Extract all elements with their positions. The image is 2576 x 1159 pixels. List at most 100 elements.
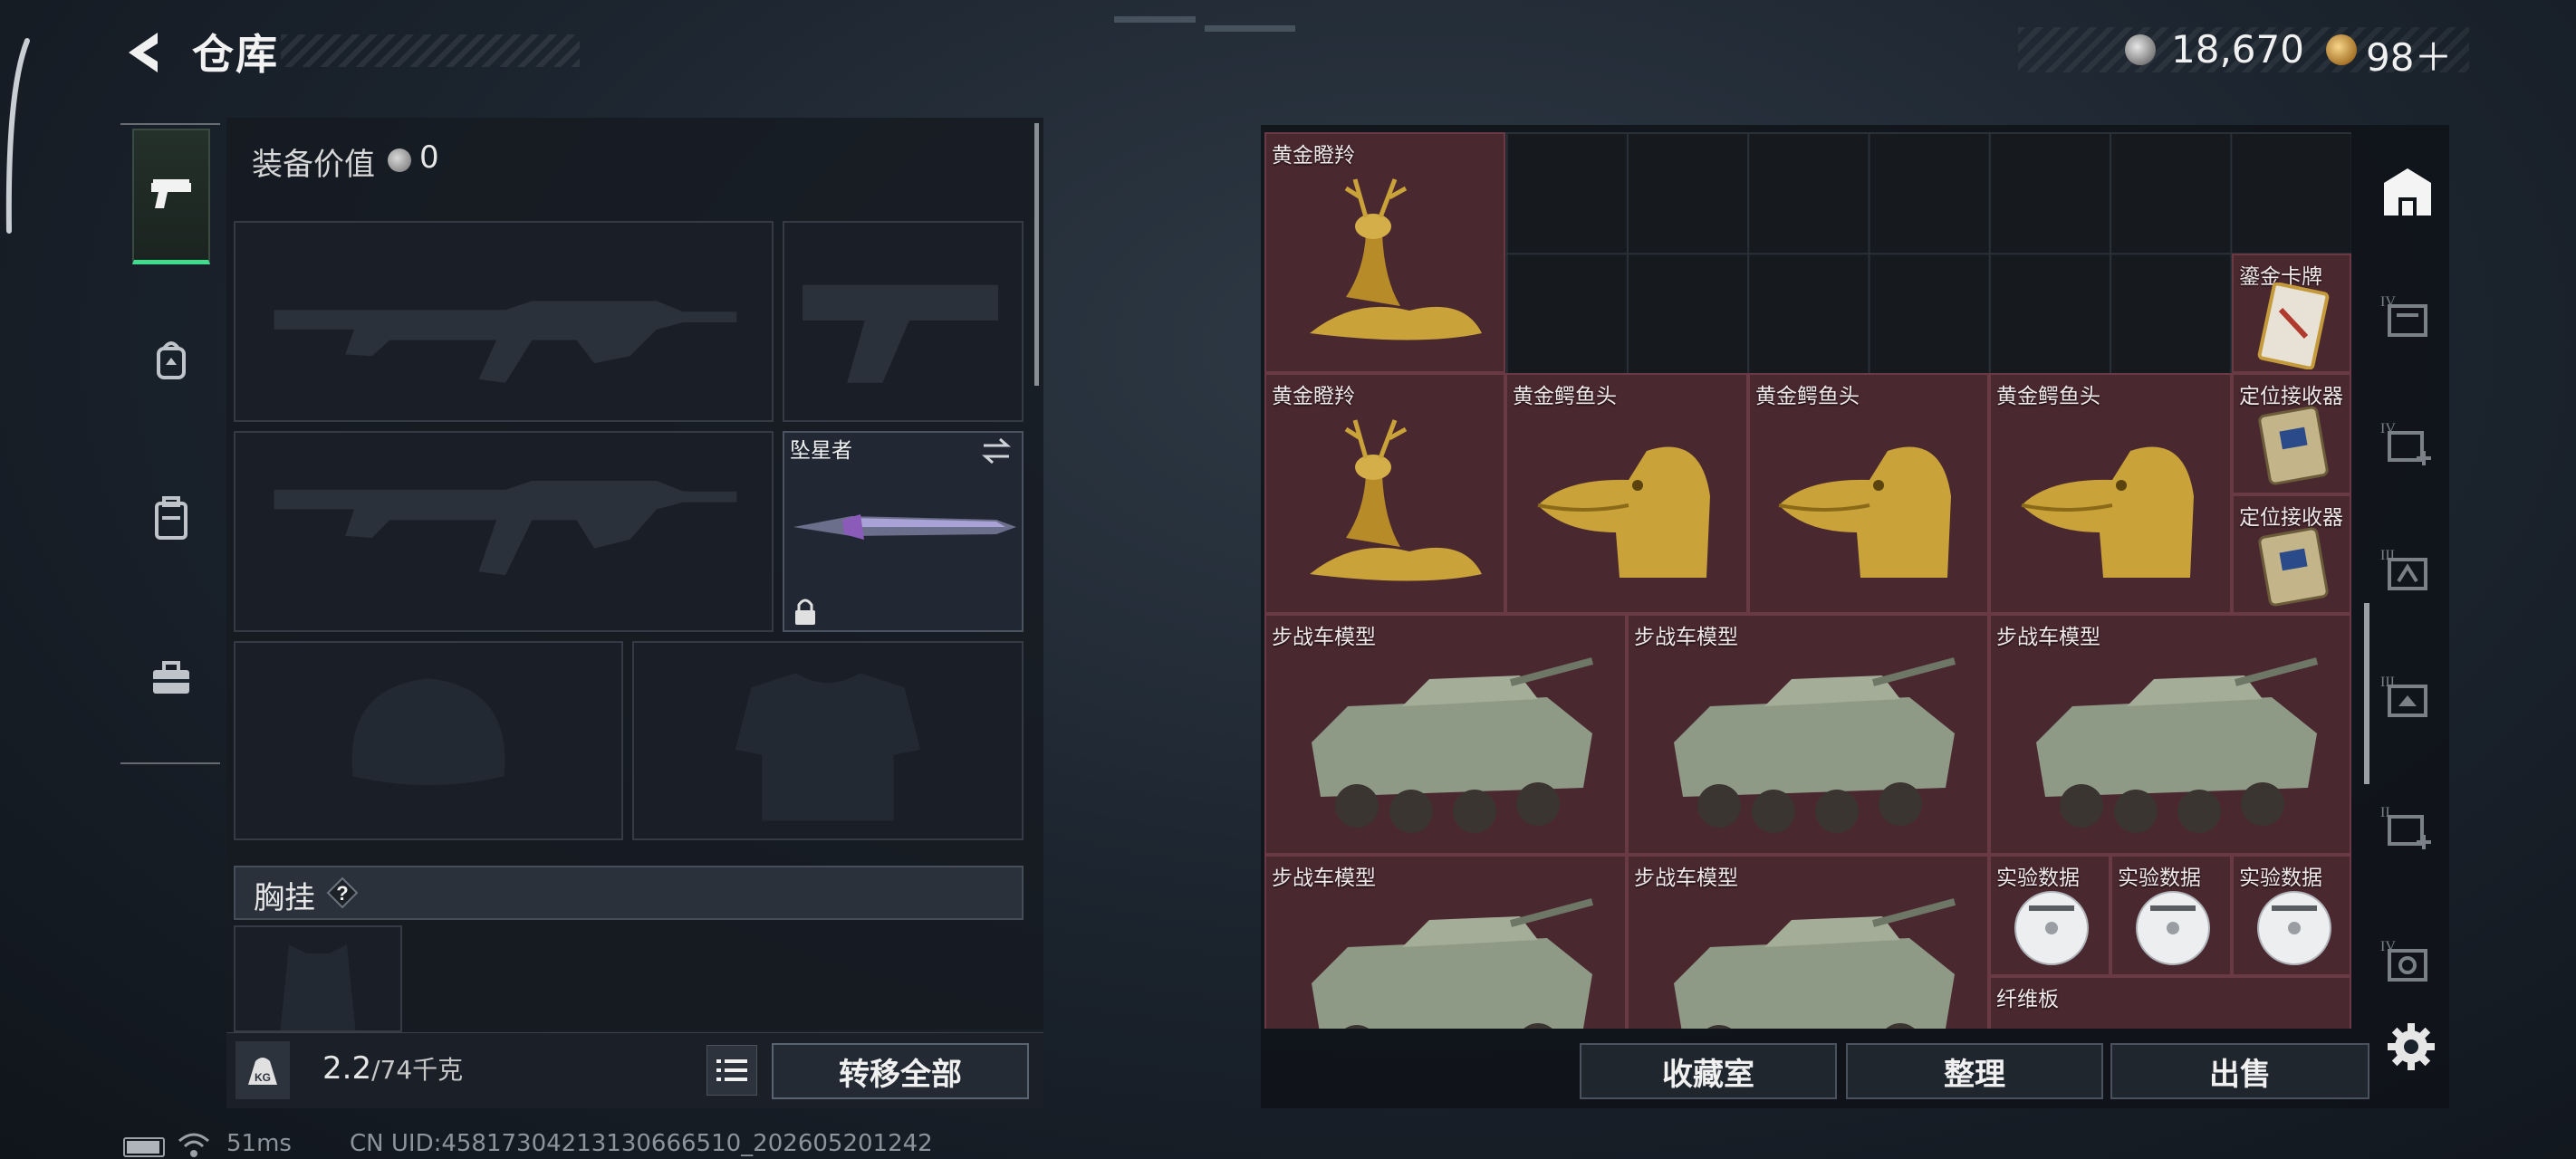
armor-slot[interactable] [632,641,1024,840]
silver-amount[interactable]: 18,670 [2171,27,2304,72]
stash-home-icon [2384,168,2431,216]
item-name: 黄金鳄鱼头 [1996,385,2100,408]
ifv-model-icon [1674,898,1956,1029]
pistol-silhouette-icon [803,284,999,383]
category-backpack-tab[interactable] [132,451,210,587]
gear-value-label: 装备价值 [252,147,375,183]
list-view-button[interactable] [706,1045,757,1096]
helmet-slot[interactable] [234,641,623,840]
stash-tab-icon: III [2380,548,2427,590]
loadout-scrollbar[interactable] [1034,123,1039,386]
stash-item[interactable]: 实验数据 [2232,855,2351,976]
weight-kg-icon: KG [248,1058,277,1085]
stash-tab-main[interactable] [2369,147,2446,237]
chest-rig-slot[interactable] [234,925,402,1032]
stash-grid: 黄金瞪羚 鎏金卡牌 黄金瞪羚 黄金鳄鱼头 黄金鳄鱼头 黄金鳄鱼头 定位接收器 定… [1264,132,2351,1029]
stash-item[interactable]: 黄金鳄鱼头 [1505,373,1748,614]
stash-tab-5[interactable]: III [2369,650,2446,741]
pistol-icon [151,178,191,208]
back-arrow-icon[interactable] [118,25,172,80]
helmet-silhouette-icon [351,678,505,786]
list-icon [716,1059,747,1081]
lock-icon [795,599,815,625]
rifle-silhouette-icon [274,301,737,383]
stash-tab-4[interactable]: III [2369,523,2446,614]
data-disc-icon [2014,891,2089,965]
stash-tab-2[interactable]: IV [2369,270,2446,360]
stash-tab-3[interactable]: IV [2369,397,2446,487]
gold-crocodile-head-icon [1778,446,1951,578]
carry-weight-value: 2.2 [322,1050,372,1087]
armor-silhouette-icon [735,673,921,821]
item-name: 黄金鳄鱼头 [1755,385,1860,408]
stash-item[interactable]: 实验数据 [2110,855,2232,976]
locator-receiver-icon [2258,406,2329,485]
category-weapons-tab[interactable] [132,129,210,264]
stash-tab-icon: IV [2380,294,2427,337]
backpack-icon [155,496,187,540]
toolbox-icon [153,661,189,694]
gold-crocodile-head-icon [2021,446,2194,578]
ifv-model-icon [2036,657,2319,833]
page-title: 仓库 [192,30,279,79]
gear-icon[interactable] [2386,1021,2437,1072]
primary-weapon-slot-2[interactable] [234,431,774,632]
wifi-icon [178,1133,209,1157]
title-stripe [281,34,580,67]
swap-icon[interactable] [980,435,1013,467]
svg-text:?: ? [336,882,348,905]
primary-weapon-slot-1[interactable] [234,221,774,422]
stash-tab-icon: IV [2380,939,2427,982]
collection-room-button[interactable]: 收藏室 [1580,1043,1837,1099]
locator-receiver-icon [2258,527,2329,607]
category-case-tab[interactable] [132,610,210,746]
stash-item[interactable]: 黄金瞪羚 [1264,373,1505,614]
stash-item[interactable]: 步战车模型 [1627,614,1989,855]
gold-gazelle-statue-icon [1310,178,1482,340]
data-disc-icon [2136,891,2210,965]
gold-crocodile-head-icon [1537,446,1710,578]
gear-bag-icon [157,341,186,379]
gold-coin-icon [2326,34,2357,65]
carry-weight-capacity: /74千克 [371,1055,464,1085]
stash-item[interactable]: 步战车模型 [1264,855,1627,1029]
item-name: 黄金鳄鱼头 [1513,385,1617,408]
stash-item[interactable]: 步战车模型 [1989,614,2351,855]
ifv-model-icon [1312,898,1594,1029]
stash-item[interactable]: 定位接收器 [2232,373,2351,494]
help-question-icon[interactable]: ? [324,875,360,911]
melee-weapon-name: 坠星者 [790,439,852,463]
gear-value: 0 [419,139,439,176]
stash-item[interactable]: 实验数据 [1989,855,2110,976]
stash-tab-6[interactable]: II [2369,781,2446,871]
ping-text: 51ms [226,1130,292,1157]
battery-level [127,1141,159,1154]
carry-weight: 2.2/74千克 [322,1050,463,1087]
secondary-weapon-slot[interactable] [783,221,1024,422]
transfer-all-button[interactable]: 转移全部 [772,1043,1029,1099]
organize-button[interactable]: 整理 [1846,1043,2103,1099]
stash-item[interactable]: 黄金鳄鱼头 [1748,373,1989,614]
stash-tab-icon: III [2380,675,2427,717]
stash-item[interactable]: 纤维板 [1989,976,2351,1029]
stash-item[interactable]: 黄金瞪羚 [1264,132,1505,373]
stash-item[interactable]: 步战车模型 [1627,855,1989,1029]
stash-item[interactable]: 定位接收器 [2232,494,2351,614]
ifv-model-icon [1674,657,1956,833]
stash-item[interactable]: 步战车模型 [1264,614,1627,855]
stash-item[interactable]: 黄金鳄鱼头 [1989,373,2232,614]
gilded-card-icon [2257,283,2330,369]
stash-item[interactable]: 鎏金卡牌 [2232,254,2351,373]
stash-tab-add-icon: II [2380,805,2431,849]
weight-indicator: KG [235,1041,290,1099]
stash-tab-7[interactable]: IV [2369,915,2446,1005]
category-helmet-tab[interactable] [132,292,210,427]
gold-gazelle-statue-icon [1310,419,1482,581]
decorative-light [1114,16,1295,32]
meteor-knife-image [793,514,1016,540]
chest-rig-silhouette-icon [280,944,356,1030]
stash-tab-add-icon: IV [2380,421,2431,465]
ifv-model-icon [1312,657,1594,833]
sell-button[interactable]: 出售 [2110,1043,2369,1099]
gold-amount[interactable]: 98＋ [2366,27,2452,82]
